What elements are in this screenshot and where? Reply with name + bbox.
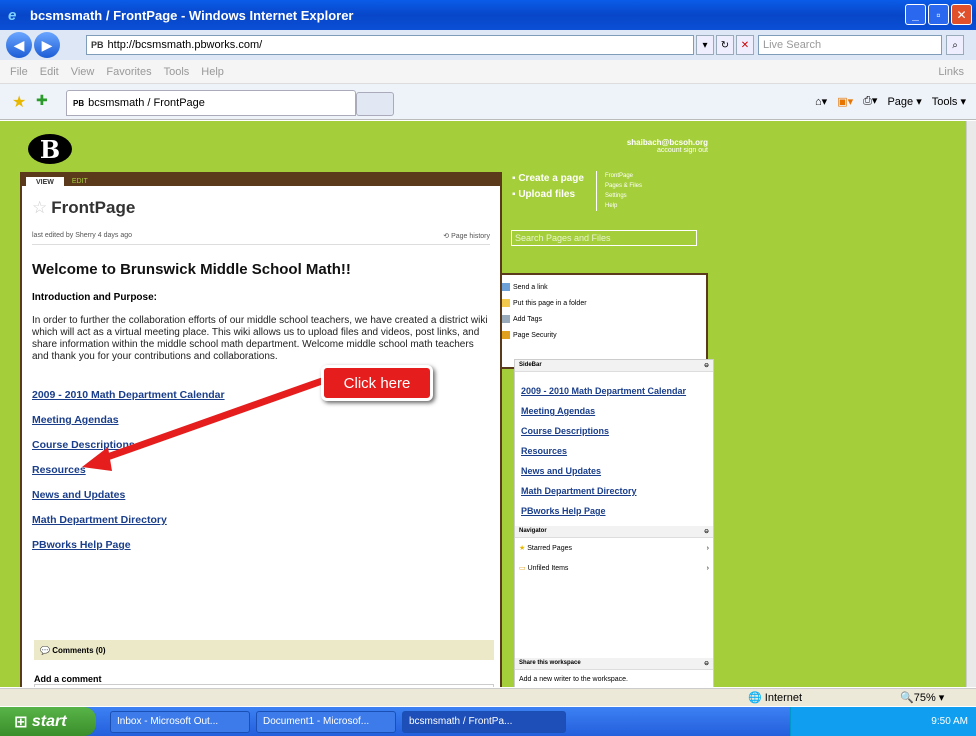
sidebar-link-agendas[interactable]: Meeting Agendas [521, 406, 707, 416]
nav-frontpage[interactable]: FrontPage [605, 171, 642, 181]
nav-help[interactable]: Help [605, 201, 642, 211]
starred-pages[interactable]: ★ Starred Pages › [515, 538, 713, 558]
sidebar-link-news[interactable]: News and Updates [521, 466, 707, 476]
status-bar: 🌐 Internet 🔍75% ▾ [0, 688, 976, 706]
nav-pages-files[interactable]: Pages & Files [605, 181, 642, 191]
upload-files-link[interactable]: Upload files [512, 187, 584, 203]
vertical-scrollbar[interactable] [966, 121, 976, 687]
create-page-link[interactable]: Create a page [512, 171, 584, 187]
system-tray: 9:50 AM [790, 707, 976, 736]
ie-logo-icon: e [8, 7, 17, 24]
windows-flag-icon: ⊞ [14, 713, 28, 731]
send-link[interactable]: Send a link [502, 283, 706, 291]
favorites-star-icon[interactable]: ★ [12, 92, 26, 112]
clock: 9:50 AM [931, 716, 968, 727]
sidebar-header: SideBar ⊖ [515, 360, 713, 372]
search-input[interactable]: Live Search [758, 35, 942, 55]
menu-bar: File Edit View Favorites Tools Help Link… [0, 60, 976, 84]
tab-bar: ★ ✚ PB bcsmsmath / FrontPage ⌂▾ ▣▾ ⎙▾ Pa… [0, 84, 976, 120]
sidebar-link-help[interactable]: PBworks Help Page [521, 506, 707, 516]
create-actions: Create a page Upload files [512, 171, 584, 203]
key-icon [502, 331, 510, 339]
menu-edit[interactable]: Edit [40, 66, 59, 78]
minimize-button[interactable]: _ [905, 4, 926, 25]
sidebar-link-calendar[interactable]: 2009 - 2010 Math Department Calendar [521, 386, 707, 396]
print-icon[interactable]: ⎙▾ [863, 94, 877, 108]
menu-tools[interactable]: Tools [164, 66, 190, 78]
sidebar-links: 2009 - 2010 Math Department Calendar Mee… [515, 372, 713, 516]
feeds-icon[interactable]: ▣▾ [837, 95, 853, 108]
folder-icon [502, 299, 510, 307]
task-outlook[interactable]: Inbox - Microsoft Out... [110, 710, 250, 733]
search-go-button[interactable]: ⌕ [946, 35, 964, 55]
put-in-folder[interactable]: Put this page in a folder [502, 299, 706, 307]
home-icon[interactable]: ⌂▾ [815, 95, 827, 108]
page-menu[interactable]: Page ▾ [887, 95, 921, 108]
click-here-callout: Click here [321, 365, 433, 401]
tools-menu[interactable]: Tools ▾ [932, 95, 966, 108]
close-button[interactable]: ✕ [951, 4, 972, 25]
back-button[interactable]: ◀ [6, 32, 32, 58]
tag-icon [502, 315, 510, 323]
maximize-button[interactable]: ▫ [928, 4, 949, 25]
window-titlebar: e bcsmsmath / FrontPage - Windows Intern… [0, 0, 976, 30]
add-tags[interactable]: Add Tags [502, 315, 706, 323]
email-icon [502, 283, 510, 291]
links-menu[interactable]: Links [938, 66, 964, 78]
refresh-button[interactable]: ↻ [716, 35, 734, 55]
task-ie[interactable]: bcsmsmath / FrontPa... [402, 710, 566, 733]
stop-button[interactable]: ✕ [736, 35, 754, 55]
sidebar-panel: SideBar ⊖ 2009 - 2010 Math Department Cal… [514, 359, 714, 687]
menu-view[interactable]: View [71, 66, 95, 78]
web-content: B shaibach@bcsoh.org account sign out VI… [0, 121, 966, 687]
nav-settings[interactable]: Settings [605, 191, 642, 201]
unfiled-items[interactable]: ▭ Unfiled Items › [515, 558, 713, 578]
taskbar: ⊞ start Inbox - Microsoft Out... Documen… [0, 707, 976, 736]
page-security[interactable]: Page Security [502, 331, 706, 339]
search-pages-input[interactable]: Search Pages and Files [511, 230, 697, 246]
pb-tab-icon: PB [73, 98, 85, 108]
start-button[interactable]: ⊞ start [0, 707, 96, 736]
address-dropdown-button[interactable]: ▾ [696, 35, 714, 55]
forward-button[interactable]: ▶ [34, 32, 60, 58]
folder-icon: ▭ [519, 565, 526, 572]
menu-help[interactable]: Help [201, 66, 224, 78]
workspace-nav: FrontPage Pages & Files Settings Help [596, 171, 642, 211]
sidebar-link-courses[interactable]: Course Descriptions [521, 426, 707, 436]
chevron-right-icon: › [706, 564, 709, 572]
page-actions-panel: Send a link Put this page in a folder Ad… [502, 273, 708, 369]
collapse-icon[interactable]: ⊖ [704, 362, 709, 369]
address-field[interactable]: PB http://bcsmsmath.pbworks.com/ [86, 35, 694, 55]
tab-frontpage[interactable]: PB bcsmsmath / FrontPage [66, 90, 356, 116]
address-toolbar: ◀ ▶ PB http://bcsmsmath.pbworks.com/ ▾ ↻… [0, 30, 976, 60]
add-favorites-icon[interactable]: ✚ [36, 92, 48, 109]
share-header: Share this workspace ⊖ [515, 658, 713, 670]
star-icon: ★ [519, 545, 526, 552]
collapse-icon[interactable]: ⊖ [704, 660, 709, 667]
sidebar-link-resources[interactable]: Resources [521, 446, 707, 456]
zoom-control[interactable]: 🔍75% ▾ [900, 691, 944, 704]
task-word[interactable]: Document1 - Microsof... [256, 710, 396, 733]
pb-favicon-icon: PB [91, 40, 104, 50]
collapse-icon[interactable]: ⊖ [704, 528, 709, 535]
new-tab-button[interactable] [356, 92, 394, 116]
menu-favorites[interactable]: Favorites [106, 66, 151, 78]
share-text: Add a new writer to the workspace. [519, 676, 628, 683]
menu-file[interactable]: File [10, 66, 28, 78]
navigator-header: Navigator ⊖ [515, 526, 713, 538]
window-title: bcsmsmath / FrontPage - Windows Internet… [30, 7, 354, 23]
zone-indicator: 🌐 Internet [748, 692, 803, 704]
callout-arrow [82, 377, 324, 471]
sidebar-link-directory[interactable]: Math Department Directory [521, 486, 707, 496]
chevron-right-icon: › [706, 544, 709, 552]
